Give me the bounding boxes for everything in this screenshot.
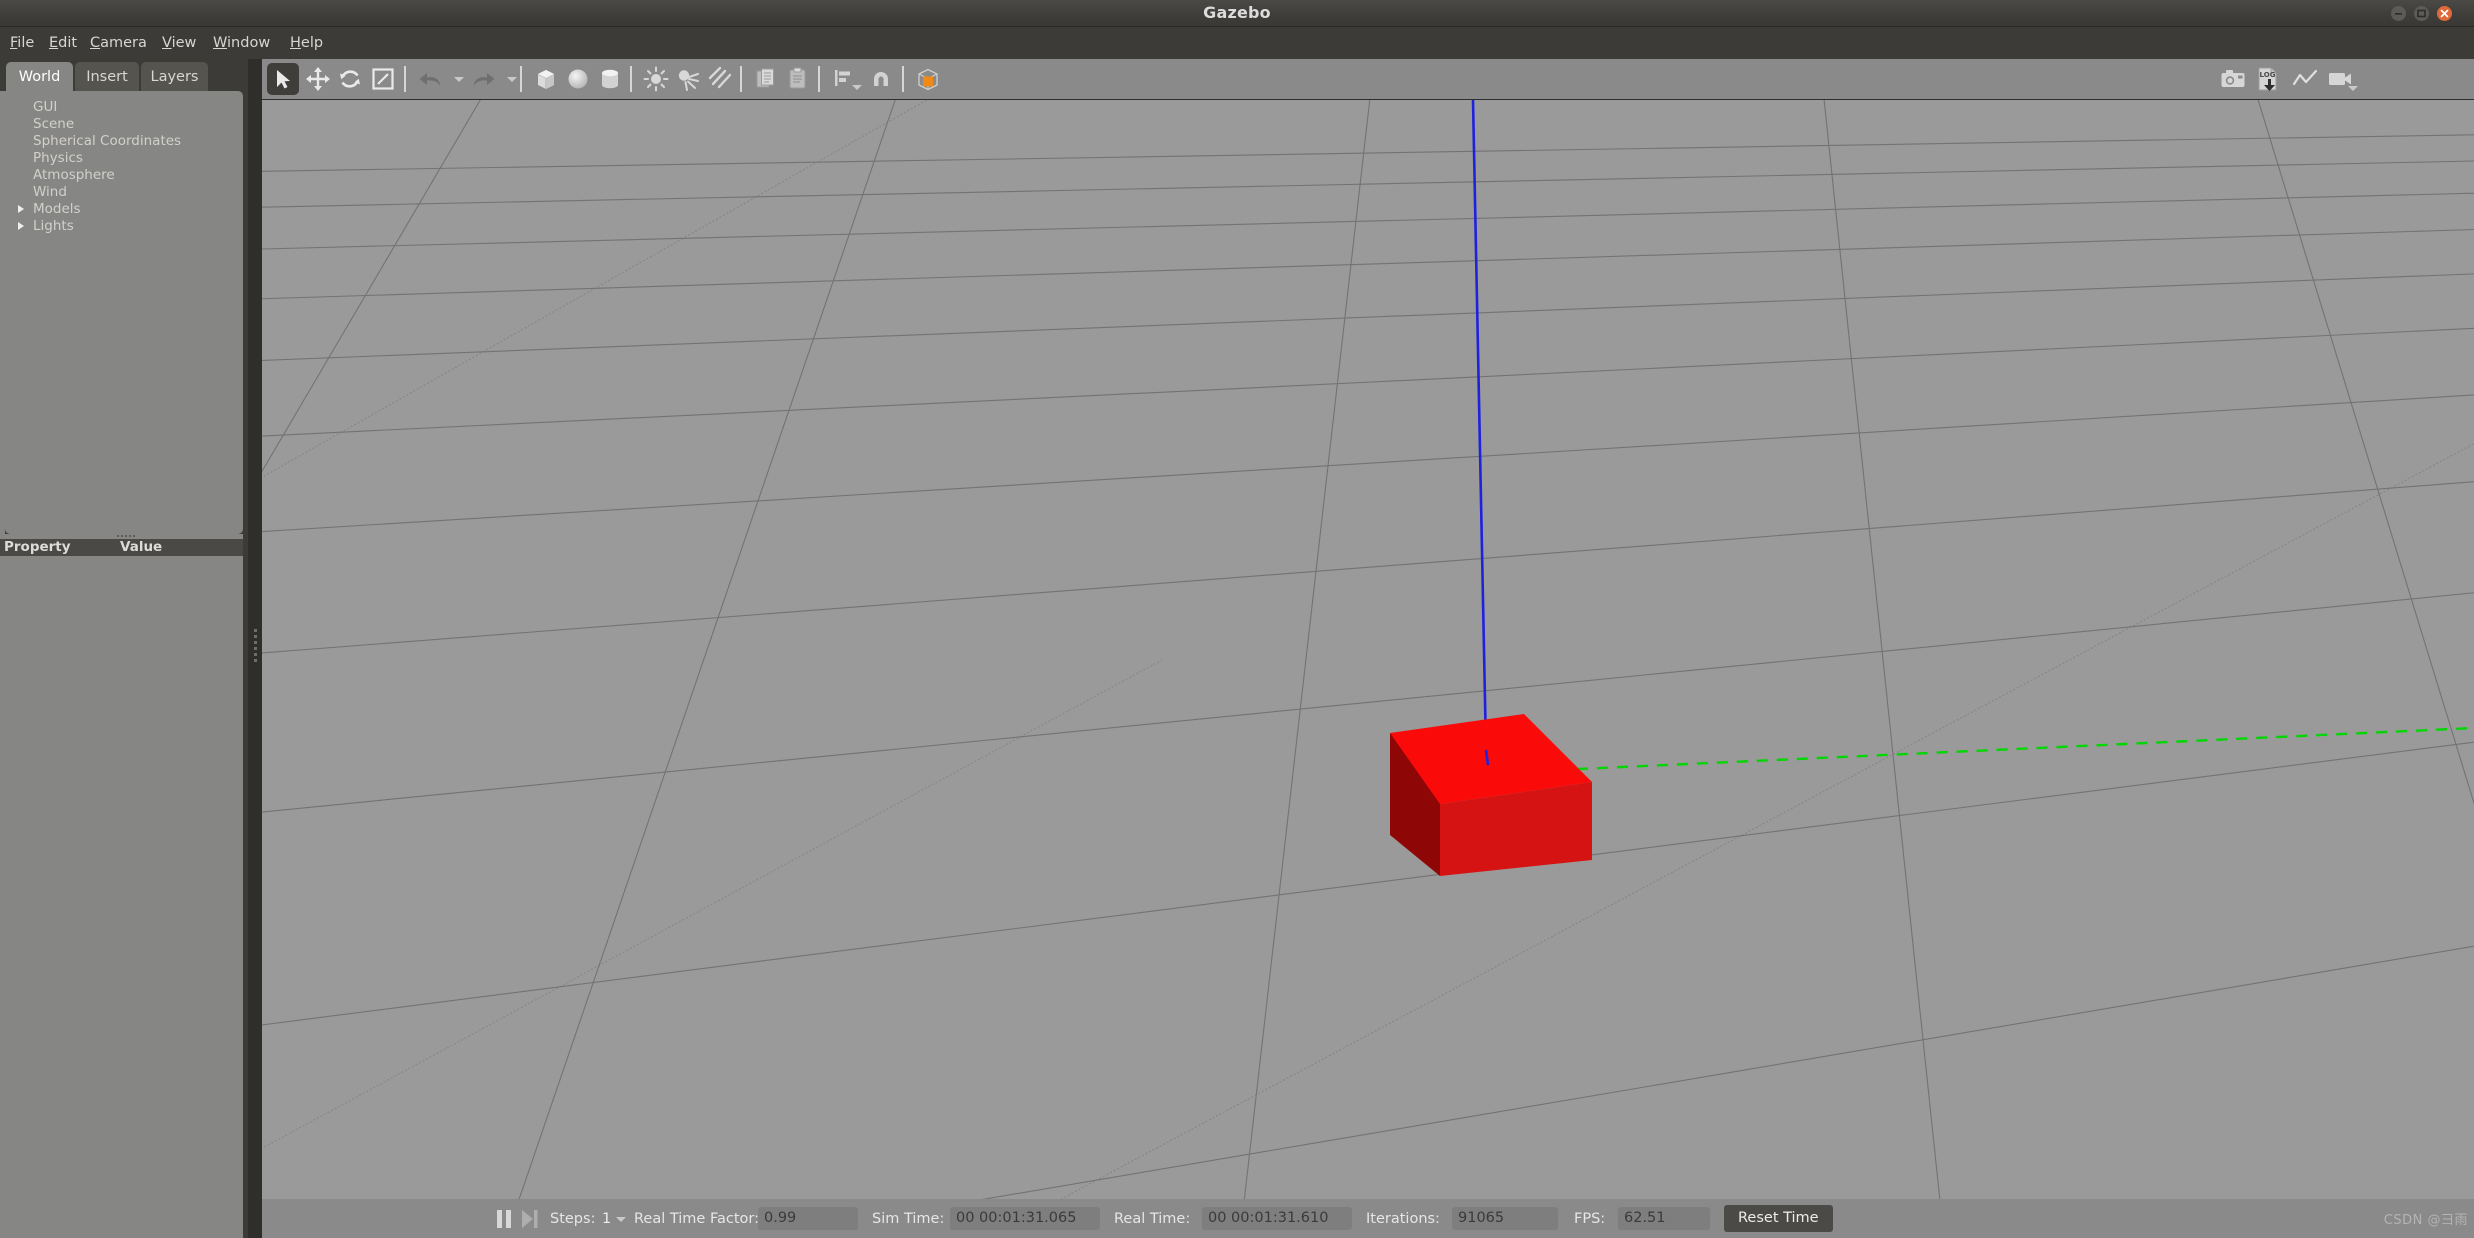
tree-item-spherical-coordinates[interactable]: Spherical Coordinates (33, 133, 181, 150)
left-panel-tabs: World Insert Layers (0, 59, 248, 92)
toolbar-separator-3 (630, 66, 632, 92)
menu-file[interactable]: File (4, 27, 40, 59)
insert-cylinder-button[interactable] (594, 63, 626, 95)
close-button[interactable] (2437, 6, 2452, 21)
spot-light-button[interactable] (672, 63, 704, 95)
toolbar-separator-2 (520, 66, 522, 92)
iterations-label: Iterations: (1366, 1211, 1440, 1227)
menu-file-rest: ile (17, 35, 35, 51)
redo-button[interactable] (467, 63, 499, 95)
scale-mode-button[interactable] (367, 63, 399, 95)
step-forward-button[interactable] (518, 1208, 540, 1230)
toolbar-separator-5 (818, 66, 820, 92)
view-appearance-button[interactable] (912, 63, 944, 95)
chevron-right-icon-lights[interactable] (18, 222, 24, 230)
select-mode-button[interactable] (267, 63, 299, 95)
menu-help[interactable]: Help (284, 27, 329, 59)
align-button[interactable] (828, 63, 860, 95)
sim-time-label: Sim Time: (872, 1211, 945, 1227)
tree-item-lights[interactable]: Lights (33, 218, 74, 235)
steps-value[interactable]: 1 (602, 1210, 611, 1228)
tree-item-scene[interactable]: Scene (33, 116, 74, 133)
insert-box-button[interactable] (530, 63, 562, 95)
main-vertical-splitter[interactable] (248, 59, 262, 1238)
real-time-factor-label: Real Time Factor: (634, 1211, 759, 1227)
title-bar: Gazebo (0, 0, 2474, 27)
screenshot-button[interactable] (2217, 63, 2249, 95)
tree-item-models[interactable]: Models (33, 201, 81, 218)
align-dropdown-caret-icon[interactable] (852, 85, 862, 90)
tab-world[interactable]: World (6, 62, 73, 92)
menu-bar: File Edit Camera View Window Help (0, 27, 2474, 59)
menu-view-rest: iew (171, 35, 197, 51)
world-tree: GUI Scene Spherical Coordinates Physics … (5, 91, 243, 534)
reset-time-button[interactable]: Reset Time (1724, 1205, 1833, 1232)
property-table-body (0, 556, 243, 1238)
tree-item-atmosphere[interactable]: Atmosphere (33, 167, 115, 184)
menu-edit-rest: dit (58, 35, 78, 51)
record-video-dropdown-caret-icon[interactable] (2348, 86, 2358, 91)
menu-view[interactable]: View (156, 27, 202, 59)
menu-edit[interactable]: Edit (43, 27, 83, 59)
save-log-button[interactable]: LOG (2252, 63, 2284, 95)
sim-time-value[interactable]: 00 00:01:31.065 (950, 1207, 1100, 1230)
pause-button[interactable] (494, 1208, 514, 1230)
watermark-text: CSDN @彐雨 (2383, 1213, 2468, 1228)
left-panel: World Insert Layers GUI Scene Spherical … (0, 59, 248, 1238)
fps-label: FPS: (1574, 1211, 1606, 1227)
snap-button[interactable] (865, 63, 897, 95)
toolbar-separator-4 (740, 66, 742, 92)
tab-insert[interactable]: Insert (75, 62, 139, 92)
property-table-header: Property Value (0, 539, 243, 556)
svg-text:LOG: LOG (2260, 71, 2276, 79)
real-time-label: Real Time: (1114, 1211, 1191, 1227)
status-bar: Steps: 1 Real Time Factor: 0.99 Sim Time… (262, 1199, 2474, 1238)
undo-dropdown-caret-icon[interactable] (454, 77, 464, 82)
real-time-factor-value[interactable]: 0.99 (758, 1207, 858, 1230)
iterations-value[interactable]: 91065 (1452, 1207, 1558, 1230)
window-title: Gazebo (1203, 3, 1271, 22)
paste-button[interactable] (782, 63, 814, 95)
menu-camera[interactable]: Camera (84, 27, 153, 59)
toolbar-separator-6 (902, 66, 904, 92)
menu-window-rest: indow (227, 35, 271, 51)
fps-value[interactable]: 62.51 (1618, 1207, 1710, 1230)
undo-button[interactable] (415, 63, 447, 95)
tab-layers[interactable]: Layers (141, 62, 208, 92)
menu-help-rest: elp (300, 35, 324, 51)
value-column-header[interactable]: Value (120, 539, 162, 556)
tree-item-physics[interactable]: Physics (33, 150, 83, 167)
chevron-right-icon-models[interactable] (18, 205, 24, 213)
property-column-header[interactable]: Property (4, 539, 71, 556)
menu-window[interactable]: Window (207, 27, 276, 59)
tree-item-gui[interactable]: GUI (33, 99, 57, 116)
scene-graphics (262, 100, 2474, 1199)
maximize-button[interactable] (2414, 6, 2429, 21)
steps-label: Steps: (550, 1211, 596, 1227)
toolbar-separator-1 (404, 66, 406, 92)
point-light-button[interactable] (640, 63, 672, 95)
main-area: LOG Steps: 1 Real Time Factor: 0.99 Sim … (262, 59, 2474, 1238)
translate-mode-button[interactable] (302, 63, 334, 95)
render-viewport-3d[interactable] (262, 99, 2474, 1199)
directional-light-button[interactable] (704, 63, 736, 95)
plot-button[interactable] (2289, 63, 2321, 95)
minimize-button[interactable] (2391, 6, 2406, 21)
redo-dropdown-caret-icon[interactable] (507, 77, 517, 82)
rotate-mode-button[interactable] (334, 63, 366, 95)
menu-camera-rest: amera (100, 35, 147, 51)
real-time-value[interactable]: 00 00:01:31.610 (1202, 1207, 1352, 1230)
tree-item-wind[interactable]: Wind (33, 184, 67, 201)
copy-button[interactable] (750, 63, 782, 95)
insert-sphere-button[interactable] (562, 63, 594, 95)
main-toolbar: LOG (262, 59, 2474, 99)
steps-dropdown-caret-icon[interactable] (616, 1217, 626, 1222)
